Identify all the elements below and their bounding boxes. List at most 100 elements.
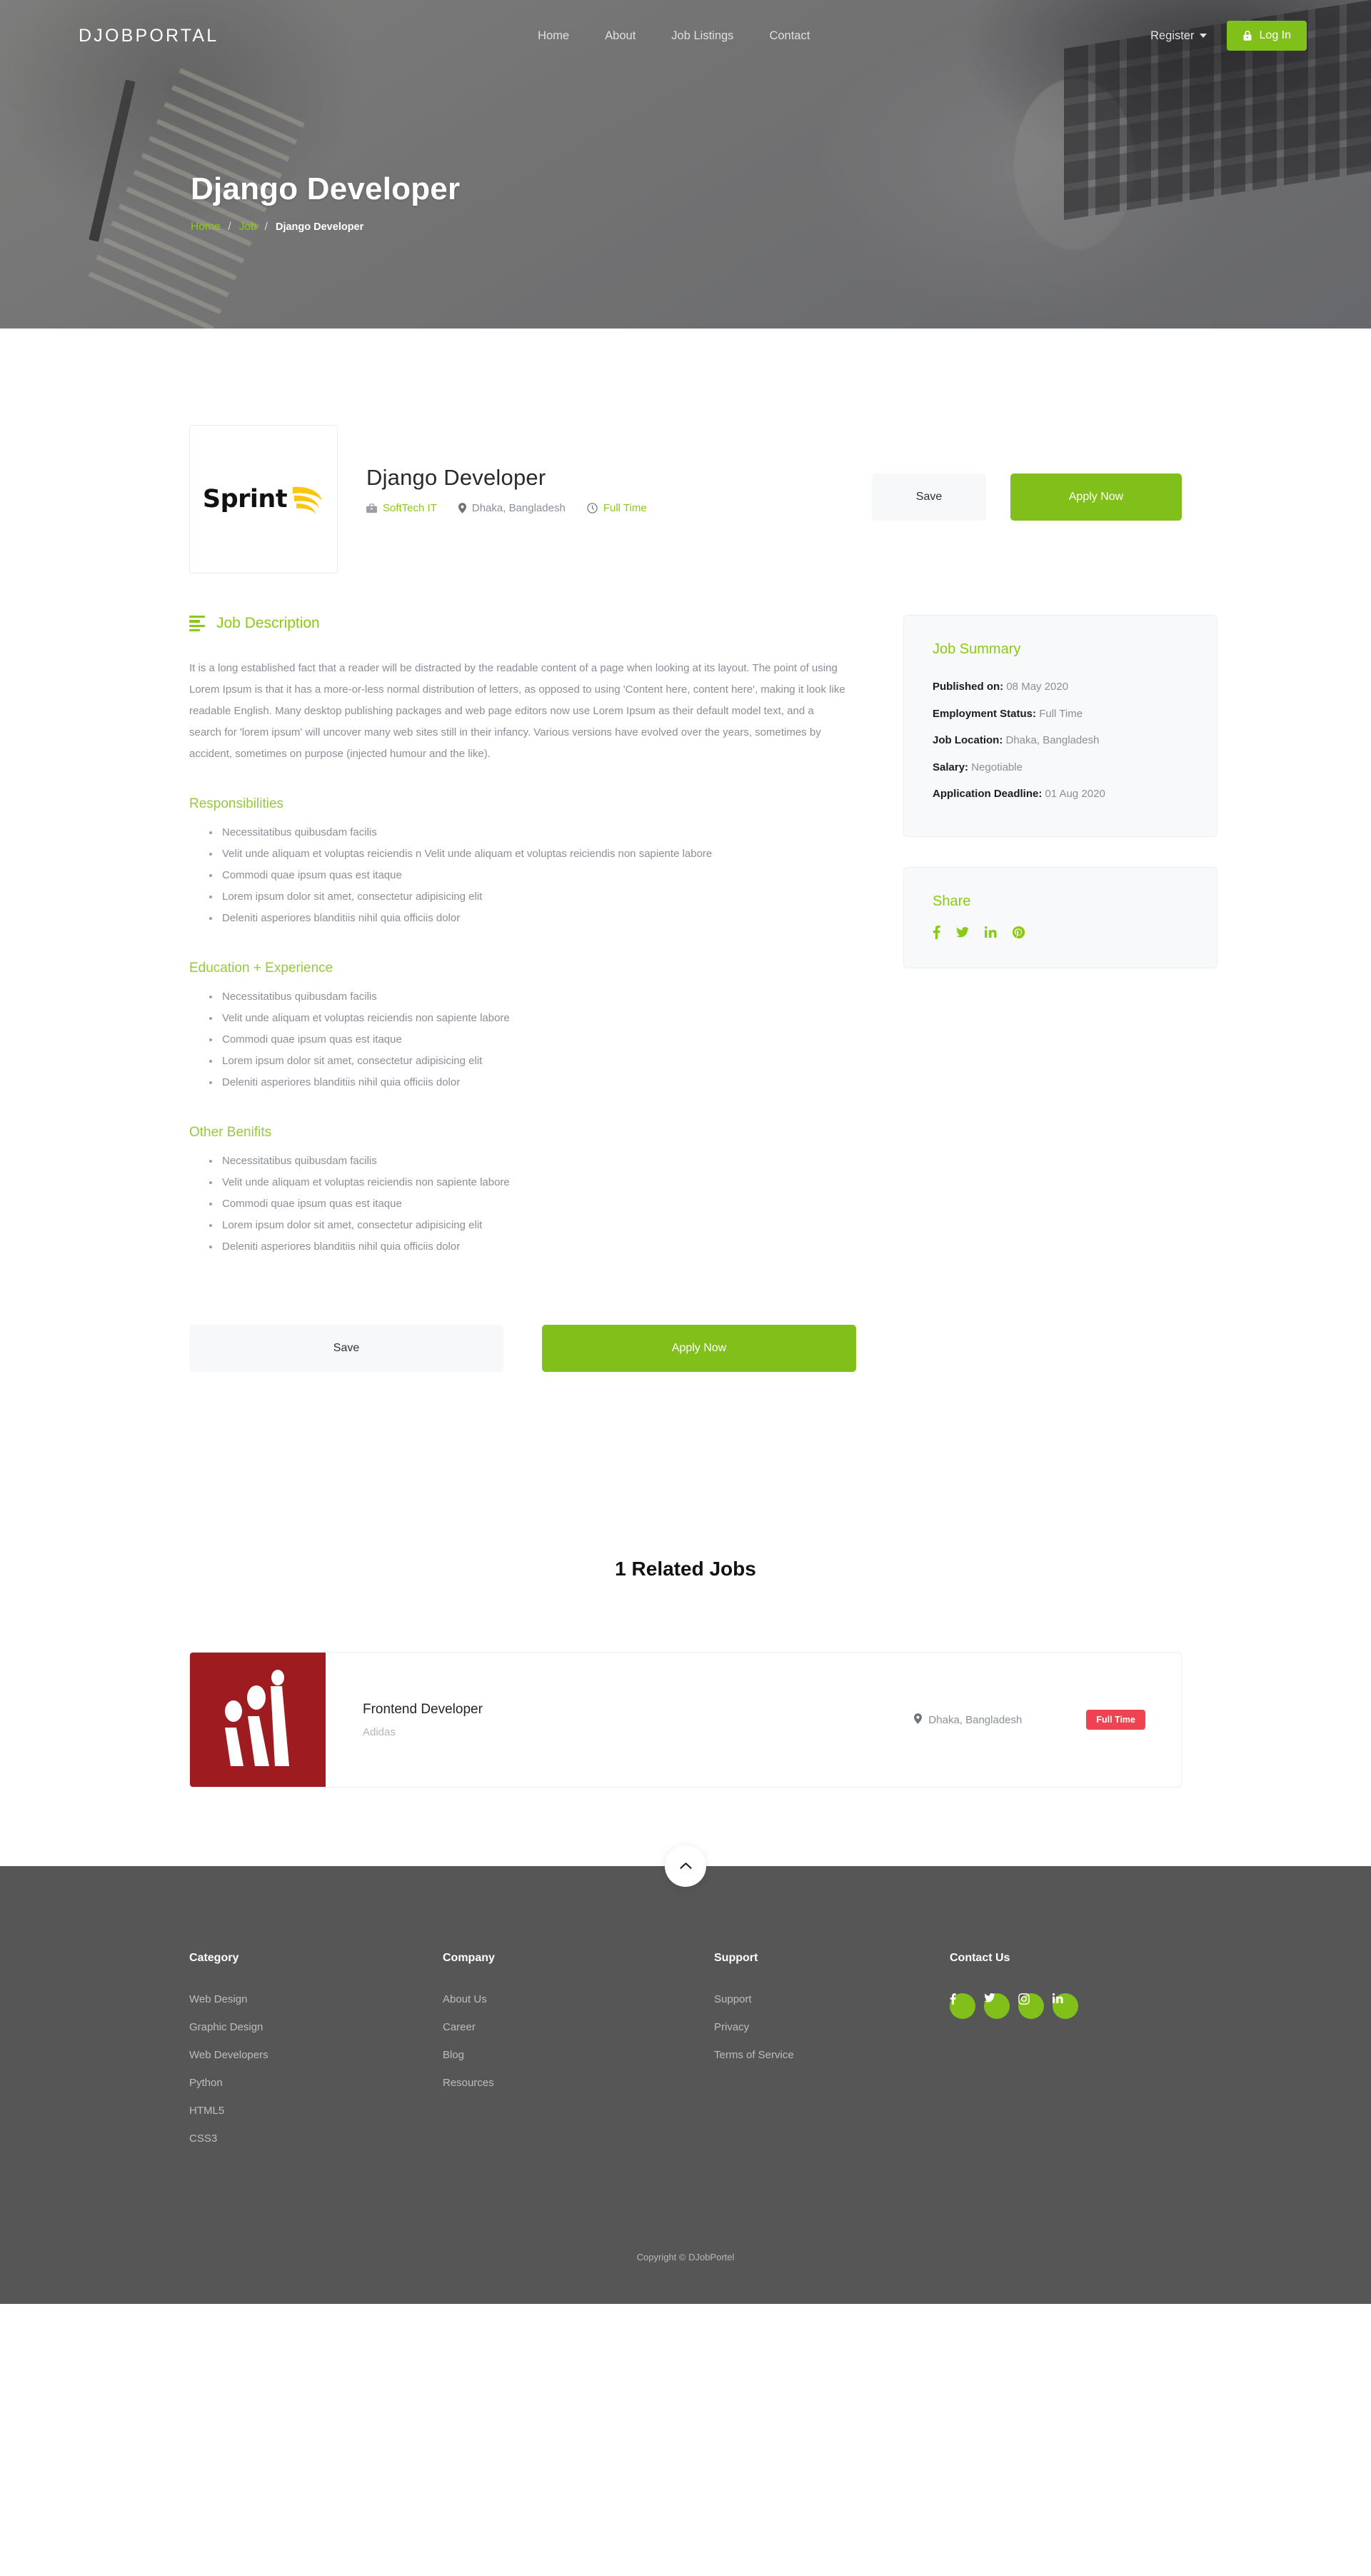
map-pin-icon xyxy=(458,503,466,513)
footer-link[interactable]: Web Developers xyxy=(189,2049,443,2061)
main-content: Sprint Django Developer SoftTech IT Dhak… xyxy=(0,329,1371,1866)
job-type-label: Full Time xyxy=(603,502,647,514)
footer-link[interactable]: Python xyxy=(189,2077,443,2089)
footer-link[interactable]: Resources xyxy=(443,2077,714,2089)
apply-now-button-top[interactable]: Apply Now xyxy=(1010,473,1182,521)
facebook-icon[interactable] xyxy=(950,1993,975,2019)
sprint-swoosh-icon xyxy=(293,486,323,513)
share-card: Share xyxy=(903,866,1217,968)
footer-link[interactable]: About Us xyxy=(443,1993,714,2005)
footer-social-row xyxy=(950,1993,1185,2035)
footer-heading: Company xyxy=(443,1952,495,1964)
copyright-text: Copyright © DJobPortel xyxy=(636,2252,735,2262)
clock-icon xyxy=(587,503,598,513)
summary-row-job-location: Job Location: Dhaka, Bangladesh xyxy=(933,727,1188,754)
summary-row-deadline: Application Deadline: 01 Aug 2020 xyxy=(933,781,1188,808)
chevron-down-icon xyxy=(1199,34,1207,38)
nav-links: Home About Job Listings Contact xyxy=(197,29,1150,43)
footer-link[interactable]: Support xyxy=(714,1993,950,2005)
job-company: SoftTech IT xyxy=(366,502,437,514)
register-label: Register xyxy=(1150,29,1195,42)
login-button[interactable]: Log In xyxy=(1226,21,1307,51)
list-bars-icon xyxy=(189,616,205,631)
summary-label: Application Deadline: xyxy=(933,788,1043,800)
save-button-top[interactable]: Save xyxy=(872,473,986,521)
job-description-header: Job Description xyxy=(189,615,860,632)
summary-label: Published on: xyxy=(933,681,1004,693)
benefits-list: Necessitatibus quibusdam facilis Velit u… xyxy=(189,1151,860,1258)
list-item: Velit unde aliquam et voluptas reiciendi… xyxy=(209,1008,860,1029)
breadcrumb-separator: / xyxy=(264,221,268,233)
pinterest-icon[interactable] xyxy=(1013,926,1025,938)
summary-value: Full Time xyxy=(1039,707,1083,720)
company-logo-text: Sprint xyxy=(202,485,288,513)
footer-link[interactable]: Blog xyxy=(443,2049,714,2061)
education-list: Necessitatibus quibusdam facilis Velit u… xyxy=(189,986,860,1093)
job-type: Full Time xyxy=(587,502,647,514)
hero-text: Django Developer Home / Job / Django Dev… xyxy=(0,71,1371,234)
related-company-logo xyxy=(190,1653,326,1787)
footer-link[interactable]: Graphic Design xyxy=(189,2021,443,2033)
nav-item-job-listings[interactable]: Job Listings xyxy=(671,29,733,43)
login-label: Log In xyxy=(1259,29,1291,41)
footer-link[interactable]: Privacy xyxy=(714,2021,950,2033)
job-sidebar: Job Summary Published on: 08 May 2020 Em… xyxy=(903,615,1217,1372)
apply-now-button-bottom[interactable]: Apply Now xyxy=(542,1325,856,1372)
list-item: Velit unde aliquam et voluptas reiciendi… xyxy=(209,843,860,865)
responsibilities-title: Responsibilities xyxy=(189,796,284,811)
nav-item-contact[interactable]: Contact xyxy=(769,29,810,43)
breadcrumb-separator: / xyxy=(228,221,231,233)
job-summary-card: Job Summary Published on: 08 May 2020 Em… xyxy=(903,615,1217,837)
footer-heading: Support xyxy=(714,1952,758,1964)
twitter-icon[interactable] xyxy=(956,926,969,938)
summary-row-salary: Salary: Negotiable xyxy=(933,754,1188,781)
linkedin-icon[interactable] xyxy=(985,926,997,938)
twitter-icon[interactable] xyxy=(984,1993,1010,2019)
list-item: Commodi quae ipsum quas est itaque xyxy=(209,1193,860,1215)
job-company-label: SoftTech IT xyxy=(383,502,437,514)
related-job-right: Dhaka, Bangladesh Full Time xyxy=(914,1653,1181,1787)
company-logo-box: Sprint xyxy=(189,425,338,573)
scroll-to-top-button[interactable] xyxy=(665,1845,706,1887)
facebook-icon[interactable] xyxy=(933,925,940,939)
related-job-info: Frontend Developer Adidas xyxy=(326,1653,914,1787)
job-top-actions: Save Apply Now xyxy=(872,425,1182,521)
job-description-text: It is a long established fact that a rea… xyxy=(189,662,845,760)
page-title: Django Developer xyxy=(191,171,461,206)
linkedin-icon[interactable] xyxy=(1053,1993,1078,2019)
breadcrumb: Home / Job / Django Developer xyxy=(191,221,1371,234)
map-pin-icon xyxy=(914,1713,923,1727)
job-summary-title: Job Summary xyxy=(933,641,1021,657)
breadcrumb-home[interactable]: Home xyxy=(191,221,220,234)
related-job-company: Adidas xyxy=(363,1725,396,1738)
footer-link[interactable]: Career xyxy=(443,2021,714,2033)
footer-column-support: Support Support Privacy Terms of Service xyxy=(714,1952,950,2160)
footer-link[interactable]: HTML5 xyxy=(189,2105,443,2117)
status-badge: Full Time xyxy=(1086,1710,1145,1730)
footer-heading: Category xyxy=(189,1952,239,1964)
breadcrumb-job[interactable]: Job xyxy=(239,221,257,234)
footer-link[interactable]: Terms of Service xyxy=(714,2049,950,2061)
footer-column-contact: Contact Us xyxy=(950,1952,1185,2160)
related-jobs-section: 1 Related Jobs Frontend Developer Adidas… xyxy=(189,1372,1182,1866)
list-item: Deleniti asperiores blanditiis nihil qui… xyxy=(209,1236,860,1258)
job-description-title: Job Description xyxy=(216,615,320,631)
nav-item-about[interactable]: About xyxy=(605,29,636,43)
summary-value: Negotiable xyxy=(971,761,1023,773)
footer-link[interactable]: CSS3 xyxy=(189,2133,443,2145)
related-job-card[interactable]: Frontend Developer Adidas Dhaka, Banglad… xyxy=(189,1652,1182,1788)
breadcrumb-current: Django Developer xyxy=(275,221,364,233)
adidas-logo-icon xyxy=(225,1670,289,1766)
responsibilities-list: Necessitatibus quibusdam facilis Velit u… xyxy=(189,822,860,929)
list-item: Necessitatibus quibusdam facilis xyxy=(209,986,860,1008)
list-item: Lorem ipsum dolor sit amet, consectetur … xyxy=(209,1051,860,1072)
footer-link[interactable]: Web Design xyxy=(189,1993,443,2005)
nav-item-home[interactable]: Home xyxy=(538,29,569,43)
instagram-icon[interactable] xyxy=(1018,1993,1044,2019)
summary-row-published: Published on: 08 May 2020 xyxy=(933,673,1188,701)
related-jobs-heading: 1 Related Jobs xyxy=(615,1558,756,1580)
register-dropdown[interactable]: Register xyxy=(1150,29,1207,43)
related-job-location-label: Dhaka, Bangladesh xyxy=(928,1713,1023,1726)
save-button-bottom[interactable]: Save xyxy=(189,1325,503,1372)
hero-banner: DJOBPORTAL Home About Job Listings Conta… xyxy=(0,0,1371,329)
